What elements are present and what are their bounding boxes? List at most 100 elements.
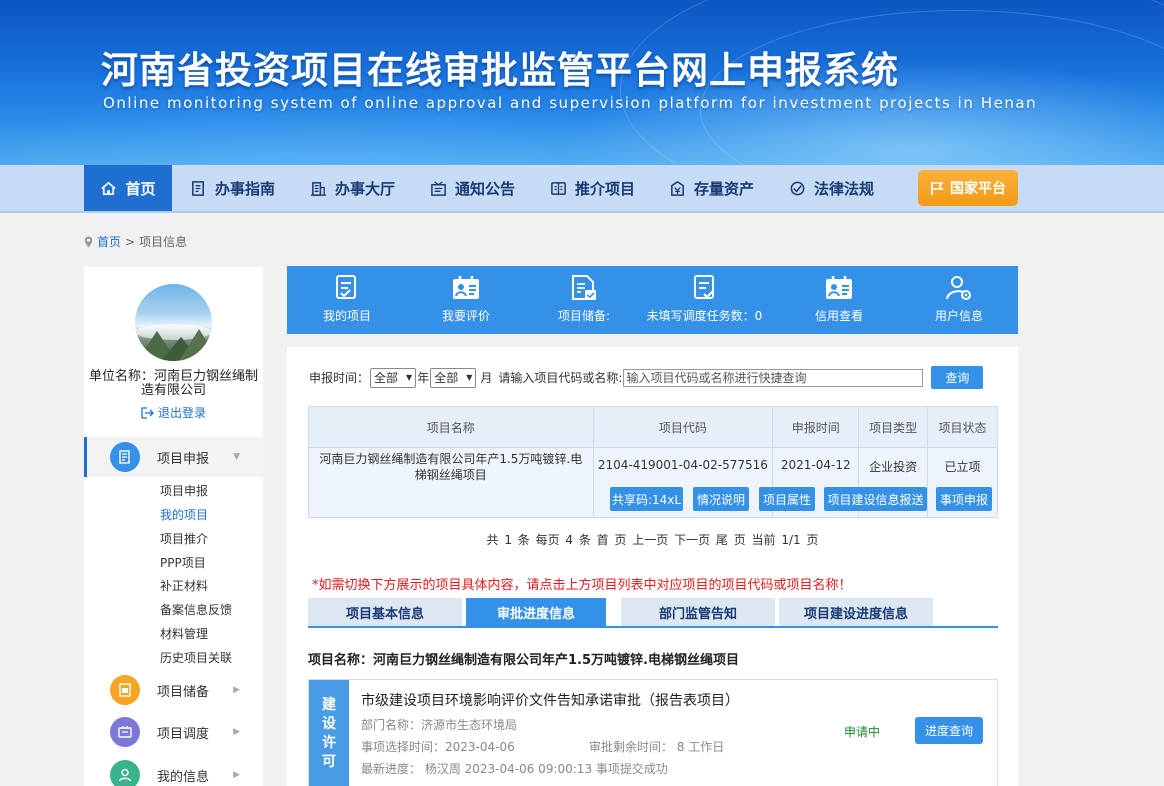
cell-project-name[interactable]: 河南巨力钢丝绳制造有限公司年产1.5万吨镀锌.电梯钢丝绳项目 <box>308 447 594 518</box>
breadcrumb-current: 项目信息 <box>139 235 188 249</box>
logout-link[interactable]: 退出登录 <box>141 404 206 421</box>
tool-my-projects[interactable]: 我的项目 <box>312 266 382 334</box>
pagination[interactable]: 共 1 条 每页 4 条 首 页 上一页 下一页 尾 页 当前 1/1 页 <box>287 531 1018 548</box>
sidebar-group-label: 项目调度 <box>157 726 210 742</box>
sidebar-main-label: 项目申报 <box>157 451 210 467</box>
building-icon <box>310 181 327 196</box>
year-value: 全部 <box>374 371 399 385</box>
nav-hall[interactable]: 办事大厅 <box>310 165 395 211</box>
approval-card: 建 设 许 可 市级建设项目环境影响评价文件告知承诺审批（报告表项目） 部门名称… <box>308 679 998 786</box>
avatar <box>135 284 212 361</box>
item-apply-button[interactable]: 事项申报 <box>936 487 992 511</box>
status-badge: 申请中 <box>844 725 881 739</box>
tool-label: 信用查看 <box>814 309 863 323</box>
nav-notice[interactable]: 通知公告 <box>430 165 515 211</box>
chevron-down-icon: ▼ <box>466 373 473 382</box>
nav-label: 首页 <box>125 179 156 198</box>
tool-label: 我要评价 <box>441 309 490 323</box>
site-title: 河南省投资项目在线审批监管平台网上申报系统 <box>101 49 899 92</box>
month-unit: 月 <box>480 371 493 385</box>
query-button[interactable]: 查询 <box>931 366 984 389</box>
nav-asset[interactable]: 存量资产 <box>669 165 754 211</box>
switch-tip: *如需切换下方展示的项目具体内容，请点击上方项目列表中对应项目的项目代码或项目名… <box>312 578 852 593</box>
tool-user-info[interactable]: 用户信息 <box>924 266 994 334</box>
detail-tabs: 项目基本信息 审批进度信息 部门监管告知 项目建设进度信息 <box>308 598 998 628</box>
asset-icon <box>671 180 684 196</box>
sidebar-item-reserve[interactable]: 项目储备 ▶ <box>84 672 263 708</box>
nav-law[interactable]: 法律法规 <box>789 165 874 211</box>
tab-approval-progress[interactable]: 审批进度信息 <box>466 598 606 626</box>
construction-report-button[interactable]: 项目建设信息报送 <box>824 487 927 511</box>
nav-promote[interactable]: 推介项目 <box>550 165 635 211</box>
tab-supervision-notice[interactable]: 部门监管告知 <box>621 598 775 626</box>
sidebar-item-dispatch[interactable]: 项目调度 ▶ <box>84 714 263 750</box>
year-unit: 年 <box>417 371 430 385</box>
apply-circle <box>110 442 140 472</box>
col-header: 申报时间 <box>772 406 860 448</box>
sidebar-sub-supplement[interactable]: 补正材料 <box>160 577 208 594</box>
tab-construction-progress[interactable]: 项目建设进度信息 <box>779 598 933 626</box>
breadcrumb: 首页 > 项目信息 <box>84 233 187 250</box>
month-select[interactable]: 全部 ▼ <box>430 367 477 388</box>
dispatch-circle <box>110 717 140 747</box>
tool-reserve[interactable]: 项目储备: <box>544 266 624 334</box>
progress-query-button[interactable]: 进度查询 <box>915 717 983 744</box>
national-label: 国家平台 <box>950 181 1006 197</box>
col-header: 项目状态 <box>927 406 998 448</box>
search-input[interactable]: 输入项目代码或名称进行快捷查询 <box>623 368 924 387</box>
nav-home[interactable]: 首页 <box>84 165 172 211</box>
table-header-row: 项目名称 项目代码 申报时间 项目类型 项目状态 <box>308 406 998 448</box>
notice-icon <box>431 180 446 196</box>
sidebar-item-project-apply[interactable]: 项目申报 ▼ <box>84 437 263 477</box>
sidebar-group-label: 项目储备 <box>157 684 210 700</box>
quick-tools: 我的项目 我要评价 项目储备: 未填写调度任务数：0 信用查看 用户信息 <box>287 266 1018 334</box>
nav-label: 办事大厅 <box>335 179 396 198</box>
sidebar-sub-promote[interactable]: 项目推介 <box>160 530 208 547</box>
rating-icon <box>453 276 479 299</box>
tool-label: 项目储备: <box>557 309 611 323</box>
user-icon <box>118 768 132 782</box>
category-char: 许 <box>322 734 336 751</box>
share-code-button[interactable]: 共享码:14xL <box>610 487 683 511</box>
time-label: 申报时间： <box>309 371 370 385</box>
chevron-down-icon: ▼ <box>233 452 240 462</box>
sidebar-sub-history[interactable]: 历史项目关联 <box>160 649 232 666</box>
situation-button[interactable]: 情况说明 <box>693 487 749 511</box>
latest-progress: 最新进度： 杨汉周 2023-04-06 09:00:13 事项提交成功 <box>361 762 668 776</box>
tool-evaluate[interactable]: 我要评价 <box>431 266 501 334</box>
tool-label: 我的项目 <box>322 309 371 323</box>
main-content: 申报时间： 全部 ▼ 年 全部 ▼ 月 请输入项目代码或名称: 输入项目代码或名称进… <box>287 347 1018 786</box>
main-nav: 首页 办事指南 办事大厅 通知公告 推介项目 存量资产 法律法规 国家平台 <box>0 165 1164 213</box>
breadcrumb-separator: > <box>125 234 136 249</box>
year-select[interactable]: 全部 ▼ <box>370 367 417 388</box>
dept-name: 部门名称：济源市生态环境局 <box>361 718 518 732</box>
sidebar-sub-feedback[interactable]: 备案信息反馈 <box>160 601 232 618</box>
tool-dispatch-tasks[interactable]: 未填写调度任务数：0 <box>642 266 767 334</box>
attributes-button[interactable]: 项目属性 <box>759 487 815 511</box>
breadcrumb-home[interactable]: 首页 <box>97 233 121 250</box>
nav-label: 办事指南 <box>215 179 276 198</box>
reserve-doc-icon <box>572 275 596 300</box>
chevron-down-icon: ▼ <box>406 373 413 382</box>
nav-label: 推介项目 <box>575 179 636 198</box>
list-check-icon <box>336 275 356 299</box>
tab-basic-info[interactable]: 项目基本信息 <box>308 598 462 626</box>
chevron-right-icon: ▶ <box>233 685 240 695</box>
sidebar-sub-my-projects[interactable]: 我的项目 <box>160 506 208 523</box>
search-bar: 申报时间： 全部 ▼ 年 全部 ▼ 月 请输入项目代码或名称: 输入项目代码或名称进… <box>309 366 984 389</box>
project-name-heading: 项目名称：河南巨力钢丝绳制造有限公司年产1.5万吨镀锌.电梯钢丝绳项目 <box>308 653 739 668</box>
sidebar-sub-ppp[interactable]: PPP项目 <box>160 554 206 571</box>
law-icon <box>790 181 805 195</box>
sidebar-sub-materials[interactable]: 材料管理 <box>160 625 208 642</box>
nav-label: 法律法规 <box>814 179 875 198</box>
sidebar-sub-project-apply[interactable]: 项目申报 <box>160 482 208 499</box>
tool-credit[interactable]: 信用查看 <box>804 266 874 334</box>
sidebar-item-my-info[interactable]: 我的信息 ▶ <box>84 757 263 786</box>
user-settings-icon <box>946 276 971 300</box>
code-label: 请输入项目代码或名称: <box>498 371 623 385</box>
national-platform-button[interactable]: 国家平台 <box>918 170 1018 206</box>
chevron-right-icon: ▶ <box>233 770 240 780</box>
home-icon <box>101 181 117 195</box>
tool-label: 未填写调度任务数：0 <box>646 309 763 323</box>
nav-guide[interactable]: 办事指南 <box>190 165 275 211</box>
